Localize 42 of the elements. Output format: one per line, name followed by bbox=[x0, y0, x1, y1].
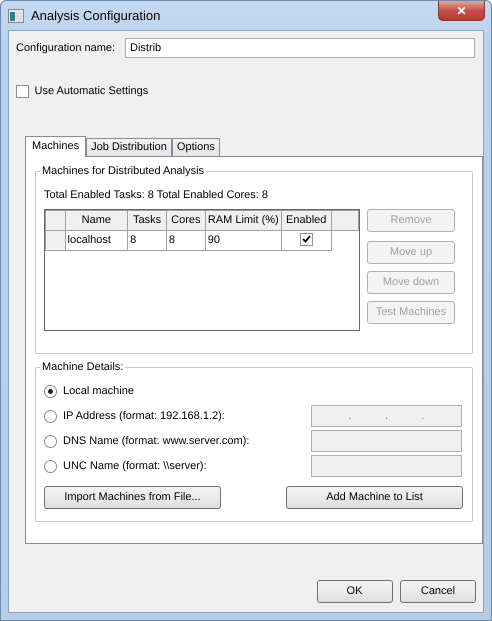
close-button[interactable]: ✕ bbox=[438, 1, 485, 21]
radio-button[interactable] bbox=[44, 410, 57, 422]
column-header[interactable]: Tasks bbox=[128, 210, 166, 230]
radio-label: IP Address (format: 192.168.1.2): bbox=[63, 408, 225, 424]
window-title: Analysis Configuration bbox=[31, 6, 160, 25]
column-header[interactable]: RAM Limit (%) bbox=[205, 210, 282, 230]
tab[interactable]: Machines bbox=[25, 136, 86, 156]
text-field[interactable] bbox=[311, 455, 462, 477]
checkbox[interactable] bbox=[16, 84, 29, 98]
tab[interactable]: Options bbox=[172, 138, 220, 156]
row-header[interactable] bbox=[46, 230, 66, 250]
ip-address-field[interactable]: . . . bbox=[311, 405, 462, 427]
totals-text: Total Enabled Tasks: 8 Total Enabled Cores: 8 bbox=[44, 188, 270, 202]
separator-dot: . bbox=[348, 408, 352, 424]
radio-label: DNS Name (format: www.server.com): bbox=[63, 434, 250, 449]
table-cell: 90 bbox=[205, 230, 282, 250]
field-label: Configuration name: bbox=[16, 40, 116, 56]
radio-button[interactable] bbox=[44, 434, 57, 448]
column-header[interactable]: Name bbox=[65, 210, 128, 230]
text-field[interactable] bbox=[311, 430, 462, 452]
radio-label: UNC Name (format: \\server): bbox=[63, 458, 207, 474]
table-cell: 8 bbox=[166, 230, 206, 250]
action-button[interactable]: Add Machine to List bbox=[286, 486, 463, 508]
separator-dot: . bbox=[421, 408, 424, 424]
column-header[interactable]: Enabled bbox=[281, 210, 332, 230]
dialog-button[interactable]: OK bbox=[316, 580, 392, 602]
checkbox-label: Use Automatic Settings bbox=[34, 84, 148, 99]
dialog-button[interactable]: Cancel bbox=[400, 580, 476, 602]
tab[interactable]: Job Distribution bbox=[86, 138, 172, 156]
group-title: Machine Details: bbox=[40, 360, 126, 374]
radio-button[interactable] bbox=[44, 385, 57, 398]
name-field[interactable]: Distrib bbox=[125, 38, 475, 58]
table-cell: localhost bbox=[65, 230, 128, 250]
group-title: Machines for Distributed Analysis bbox=[40, 164, 206, 178]
table-cell: 8 bbox=[128, 230, 166, 250]
radio-label: Local machine bbox=[63, 384, 134, 400]
radio-button[interactable] bbox=[44, 460, 57, 472]
separator-dot: . bbox=[384, 408, 388, 424]
column-header[interactable]: Cores bbox=[166, 210, 206, 230]
app-icon bbox=[8, 8, 24, 22]
checkbox[interactable] bbox=[300, 232, 313, 246]
action-button[interactable]: Import Machines from File... bbox=[44, 486, 221, 508]
